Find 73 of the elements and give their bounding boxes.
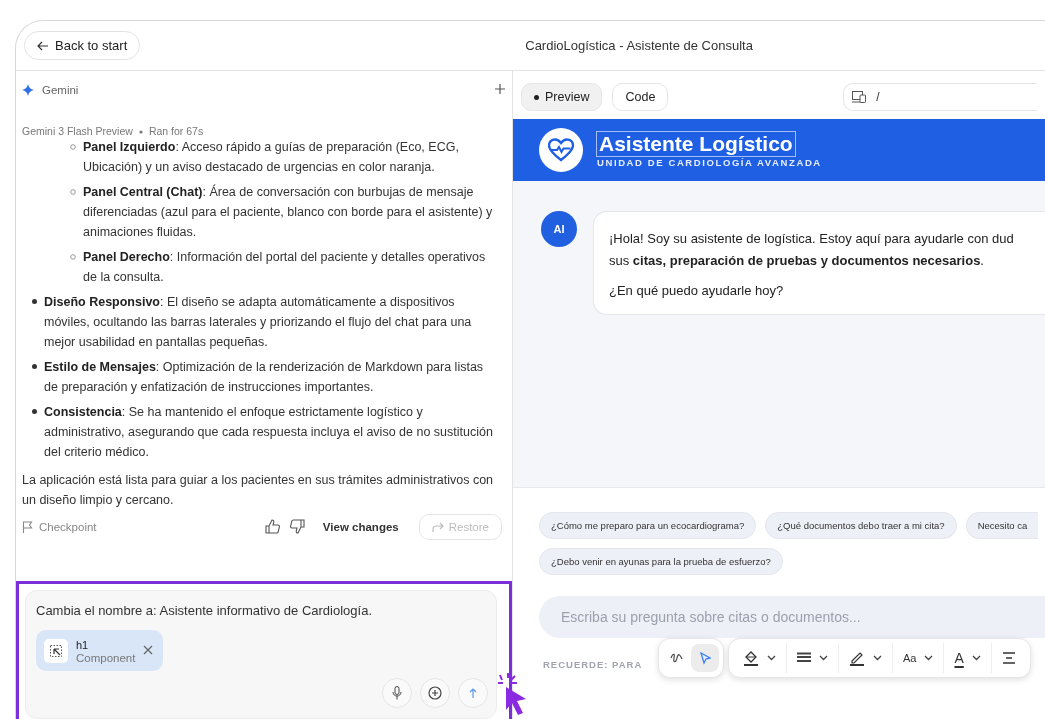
message-text: ¡Hola! Soy su asistente de logística. Estoy aquí para ayudarle con dud — [609, 230, 1015, 248]
model-name: Gemini 3 Flash Preview — [22, 125, 133, 137]
run-time: Ran for 67s — [148, 125, 204, 137]
tab[interactable]: Code — [612, 83, 669, 111]
suggestion-chip[interactable]: ¿Debo venir en ayunas para la prueba de esfuerzo? — [539, 548, 783, 575]
paint-bucket-icon — [743, 650, 759, 666]
list-item: Consistencia: Se ha mantenido el enfoque estrictamente logístico y administrativo, asegurando que cada respuesta incluya el aviso de no sustitución del criterio médico. — [44, 404, 494, 461]
prompt-text: Cambia el nombre a: Asistente informativo de Cardiología. — [36, 603, 373, 618]
list-item: Panel Central (Chat): Área de conversación con burbujas de mensaje diferenciadas (azul para el paciente, blanco con borde para el asistente) y animaciones fluidas. — [83, 183, 494, 241]
squiggle-icon — [670, 652, 684, 664]
caret-icon — [873, 655, 882, 661]
thumbs-down-button[interactable] — [288, 518, 305, 536]
caret-icon — [924, 655, 934, 661]
pointer-icon — [699, 651, 711, 665]
heart-pulse-icon — [548, 138, 574, 162]
font-size-button[interactable]: Aa — [892, 643, 944, 673]
thumbs-down-icon — [288, 518, 305, 534]
microphone-icon — [392, 686, 402, 700]
assistant-avatar: AI — [541, 211, 577, 247]
thumbs-up-icon — [264, 518, 281, 534]
back-button[interactable]: Back to start — [24, 31, 141, 60]
footer-note: RECUERDE: PARA — [543, 659, 644, 670]
bullet-icon — [70, 189, 76, 195]
arrow-left-icon — [37, 40, 49, 51]
add-button[interactable] — [494, 83, 506, 97]
sparkle-icon — [22, 84, 34, 96]
suggestion-chip[interactable]: Necesito ca — [965, 512, 1039, 539]
app-title: Asistente Logístico — [597, 132, 795, 156]
message-text: ¿En qué puedo ayudarle hoy? — [609, 282, 785, 300]
select-element-icon — [50, 644, 62, 657]
address-field[interactable]: / — [843, 83, 1037, 111]
bullet-icon — [70, 144, 76, 150]
suggestion-chip[interactable]: ¿Qué documentos debo traer a mi cita? — [765, 512, 957, 539]
thumbs-up-button[interactable] — [264, 518, 281, 536]
message-input[interactable]: Escriba su pregunta sobre citas o documentos... — [539, 596, 1045, 638]
checkpoint-label: Checkpoint — [22, 521, 97, 533]
caret-icon — [819, 655, 828, 661]
line-weight-icon — [797, 652, 811, 664]
list-item: Panel Derecho: Información del portal del paciente y detalles operativos de la consulta. — [83, 249, 487, 286]
microphone-button[interactable] — [382, 678, 412, 708]
align-center-icon — [1001, 652, 1016, 664]
bullet-icon — [70, 254, 76, 260]
caret-icon — [971, 655, 981, 661]
caret-icon — [767, 655, 776, 661]
panel-title: Gemini — [42, 84, 79, 96]
list-item: Diseño Responsivo: El diseño se adapta automáticamente a dispositivos móviles, ocultando las barras laterales y priorizando el flujo del chat para una mejor usabilidad en pantallas pequeñas. — [44, 294, 473, 351]
suggestion-chip[interactable]: ¿Cómo me preparo para un ecocardiograma? — [539, 512, 757, 539]
app-subtitle: UNIDAD DE CARDIOLOGÍA AVANZADA — [597, 157, 822, 168]
arrow-up-icon — [469, 688, 477, 698]
plus-icon — [494, 83, 506, 95]
close-icon — [143, 645, 154, 655]
bullet-icon — [32, 299, 37, 304]
plus-circle-icon — [428, 686, 442, 700]
message-text: sus citas, preparación de pruebas y documentos necesarios. — [609, 252, 985, 270]
list-item: Estilo de Mensajes: Optimización de la renderización de Markdown para listas de preparación y enfatización de instrucciones importantes. — [44, 359, 485, 396]
redo-icon — [431, 521, 444, 533]
component-type: Component — [76, 652, 136, 664]
add-button[interactable] — [420, 678, 450, 708]
bullet-icon — [32, 409, 37, 414]
bullet-icon — [32, 364, 37, 369]
window-title: CardioLogística - Asistente de Consulta — [525, 38, 753, 53]
devices-icon — [852, 91, 867, 103]
prompt-field[interactable]: Cambia el nombre a: Asistente informativo de Cardiología. h1 Component — [25, 590, 497, 719]
tab[interactable]: Preview — [521, 83, 603, 111]
dot-icon — [534, 94, 539, 100]
pen-icon — [849, 650, 865, 666]
summary-text: La aplicación está lista para guiar a los pacientes en sus trámites administrativos con un diseño limpio y cercano. — [22, 472, 495, 509]
component-tag: h1 — [76, 639, 89, 651]
view-changes-link[interactable]: View changes — [322, 521, 399, 533]
font-color-button[interactable]: A — [943, 643, 991, 673]
flag-icon — [22, 521, 33, 533]
select-tool-button[interactable] — [691, 644, 719, 672]
list-item: Panel Izquierdo: Acceso rápido a guías de preparación (Eco, ECG, Ubicación) y un aviso destacado de urgencias en color naranja. — [83, 139, 460, 176]
